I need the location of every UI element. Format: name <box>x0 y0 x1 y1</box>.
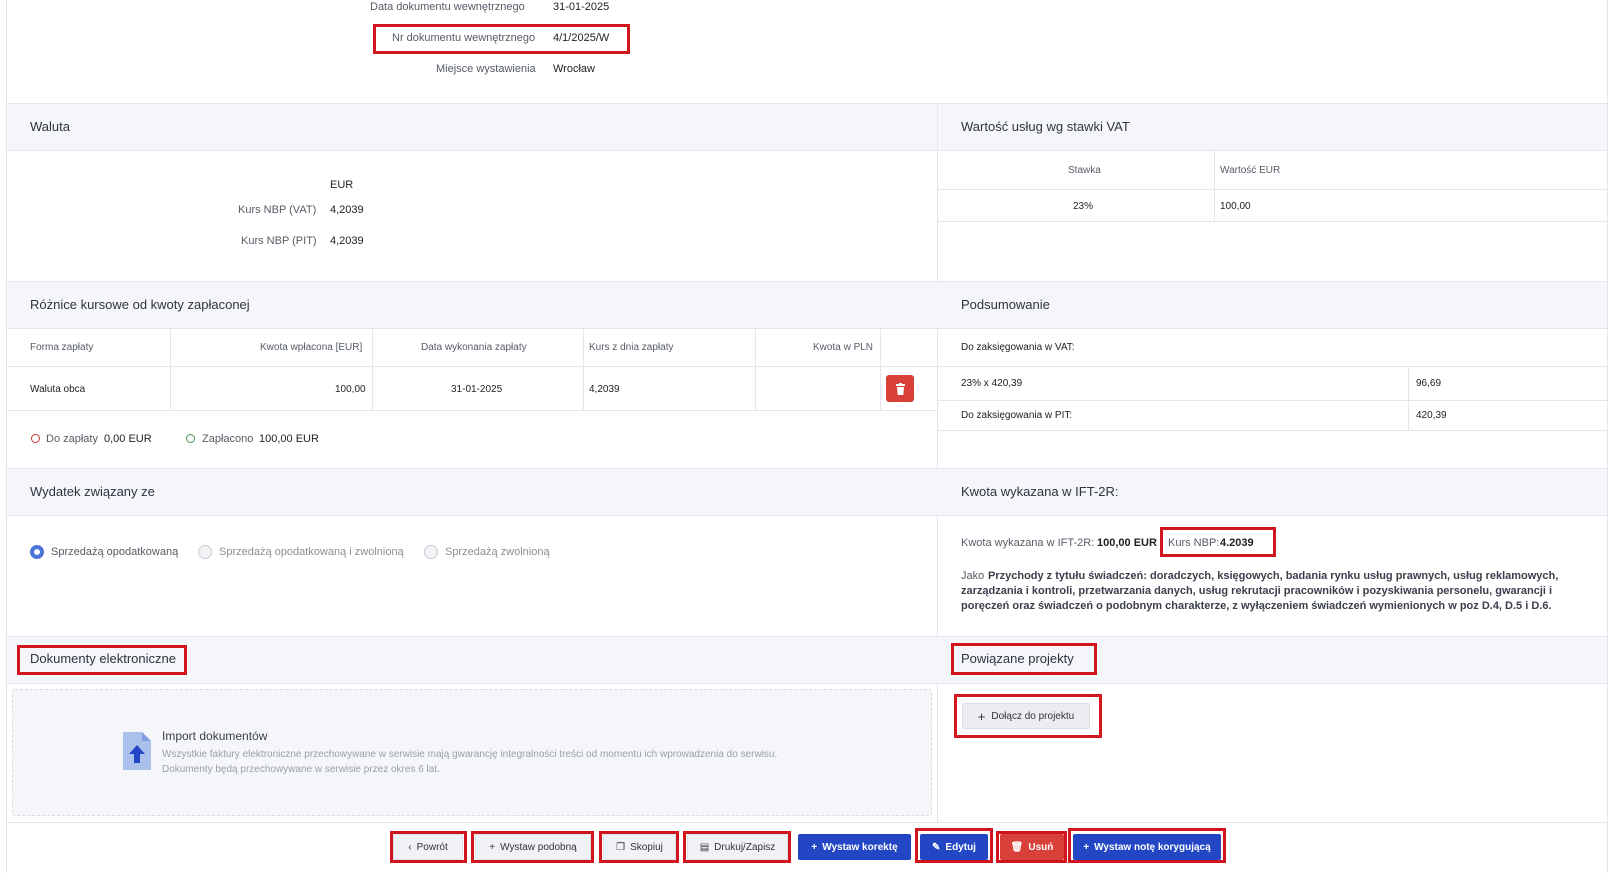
roznice-col-data: Data wykonania zapłaty <box>421 342 527 353</box>
podsumowanie-title: Podsumowanie <box>961 297 1050 312</box>
podsumowanie-vat-row-left: 23% x 420,39 <box>961 378 1023 389</box>
trash-icon <box>895 382 905 395</box>
podsumowanie-divider-3 <box>938 430 1607 431</box>
kurs-pit-value: 4,2039 <box>330 235 364 247</box>
ift-jako-prefix: Jako <box>961 570 985 582</box>
doc-place-label: Miejsce wystawienia <box>436 63 536 75</box>
roznice-col-pln: Kwota w PLN <box>813 342 874 353</box>
vat-col-stawka: Stawka <box>1068 165 1101 176</box>
correction-label: Wystaw korektę <box>822 841 898 853</box>
footer-divider <box>7 822 1607 823</box>
vat-table-col-divider <box>1214 151 1215 221</box>
do-zaplaty-label: Do zapłaty <box>46 433 98 445</box>
column-divider <box>937 103 938 823</box>
ift-title: Kwota wykazana w IFT-2R: <box>961 484 1119 499</box>
ift-kwota-value: 100,00 EUR <box>1097 537 1157 549</box>
highlight-edit <box>915 828 993 863</box>
plus-icon: + <box>811 841 818 853</box>
radio-sprzedaz-zwolniona[interactable] <box>424 545 438 559</box>
vat-row-wartosc: 100,00 <box>1220 201 1251 212</box>
doc-place-value: Wrocław <box>553 63 595 75</box>
roznice-row-data: 31-01-2025 <box>451 384 503 395</box>
waluta-title: Waluta <box>30 119 70 134</box>
delete-payment-button[interactable] <box>886 375 914 402</box>
upload-file-icon <box>121 730 153 772</box>
highlight-projekty <box>951 643 1097 675</box>
vat-values-title: Wartość usług wg stawki VAT <box>961 119 1130 134</box>
roznice-row-divider <box>7 410 937 411</box>
podsumowanie-col-divider <box>1408 366 1409 430</box>
highlight-copy <box>599 831 679 863</box>
podsumowanie-divider-1 <box>938 366 1607 367</box>
highlight-back <box>390 831 467 863</box>
currency-code: EUR <box>330 179 354 191</box>
highlight-delete <box>996 831 1067 863</box>
podsumowanie-pit-label: Do zaksięgowania w PIT: <box>961 410 1073 421</box>
section-header-row-4 <box>7 636 1607 684</box>
podsumowanie-vat-row-right: 96,69 <box>1416 378 1442 389</box>
radio-label-zwolniona: Sprzedażą zwolnioną <box>445 546 550 558</box>
vat-col-wartosc: Wartość EUR <box>1220 165 1281 176</box>
roznice-col-kurs: Kurs z dnia zapłaty <box>589 342 674 353</box>
import-title: Import dokumentów <box>162 729 268 743</box>
roznice-col-divider-2 <box>372 329 373 411</box>
highlight-correction-note <box>1068 828 1226 863</box>
highlight-doc-number <box>373 24 630 54</box>
section-header-row-1 <box>7 103 1607 151</box>
highlight-print <box>683 831 791 863</box>
kurs-vat-value: 4,2039 <box>330 204 364 216</box>
import-desc-line-2: Dokumenty będą przechowywane w serwisie … <box>162 764 440 775</box>
roznice-col-kwota: Kwota wpłacona [EUR] <box>260 342 363 353</box>
zaplacono-status-icon <box>186 434 195 443</box>
roznice-col-divider-3 <box>583 329 584 411</box>
roznice-col-divider-4 <box>755 329 756 411</box>
highlight-issue-similar <box>471 831 594 863</box>
radio-sprzedaz-opodatkowana[interactable] <box>30 545 44 559</box>
ift-desc-line-2: zarządzania i kontroli, przetwarzania da… <box>961 585 1553 597</box>
correction-button[interactable]: + Wystaw korektę <box>798 834 911 860</box>
doc-date-value: 31-01-2025 <box>553 1 610 13</box>
highlight-ift-kurs <box>1160 527 1276 557</box>
do-zaplaty-status-icon <box>31 434 40 443</box>
ift-kwota-label: Kwota wykazana w IFT-2R: <box>961 537 1095 549</box>
podsumowanie-divider-2 <box>938 400 1607 401</box>
podsumowanie-pit-value: 420,39 <box>1416 410 1447 421</box>
radio-label-opodatkowana: Sprzedażą opodatkowaną <box>51 546 179 558</box>
section-header-row-3 <box>7 468 1607 516</box>
vat-table-bottom <box>938 221 1607 222</box>
highlight-join-project <box>954 694 1102 738</box>
highlight-dokumenty <box>17 645 187 675</box>
roznice-header-divider <box>7 366 937 367</box>
ift-desc-line-1: Przychody z tytułu świadczeń: doradczych… <box>988 570 1559 582</box>
wydatek-title: Wydatek związany ze <box>30 484 155 499</box>
doc-date-label: Data dokumentu wewnętrznego <box>370 1 525 13</box>
radio-label-opodatkowana-zwolniona: Sprzedażą opodatkowaną i zwolnioną <box>219 546 404 558</box>
import-desc-line-1: Wszystkie faktury elektroniczne przechow… <box>162 749 778 760</box>
roznice-col-forma: Forma zapłaty <box>30 342 94 353</box>
kurs-vat-label: Kurs NBP (VAT) <box>238 204 317 216</box>
vat-row-stawka: 23% <box>1073 201 1094 212</box>
zaplacono-value: 100,00 EUR <box>259 433 319 445</box>
roznice-title: Różnice kursowe od kwoty zapłaconej <box>30 297 250 312</box>
roznice-row-kurs: 4,2039 <box>589 384 620 395</box>
podsumowanie-vat-label: Do zaksięgowania w VAT: <box>961 342 1075 353</box>
zaplacono-label: Zapłacono <box>202 433 254 445</box>
roznice-col-divider-1 <box>170 329 171 411</box>
roznice-col-divider-5 <box>880 329 881 411</box>
do-zaplaty-value: 0,00 EUR <box>104 433 152 445</box>
roznice-row-kwota: 100,00 <box>335 384 366 395</box>
roznice-row-forma: Waluta obca <box>30 384 86 395</box>
kurs-pit-label: Kurs NBP (PIT) <box>241 235 317 247</box>
ift-desc-line-3: poręczeń oraz świadczeń o podobnym chara… <box>961 600 1552 612</box>
vat-table-divider <box>938 189 1607 190</box>
radio-sprzedaz-opodatkowana-zwolniona[interactable] <box>198 545 212 559</box>
